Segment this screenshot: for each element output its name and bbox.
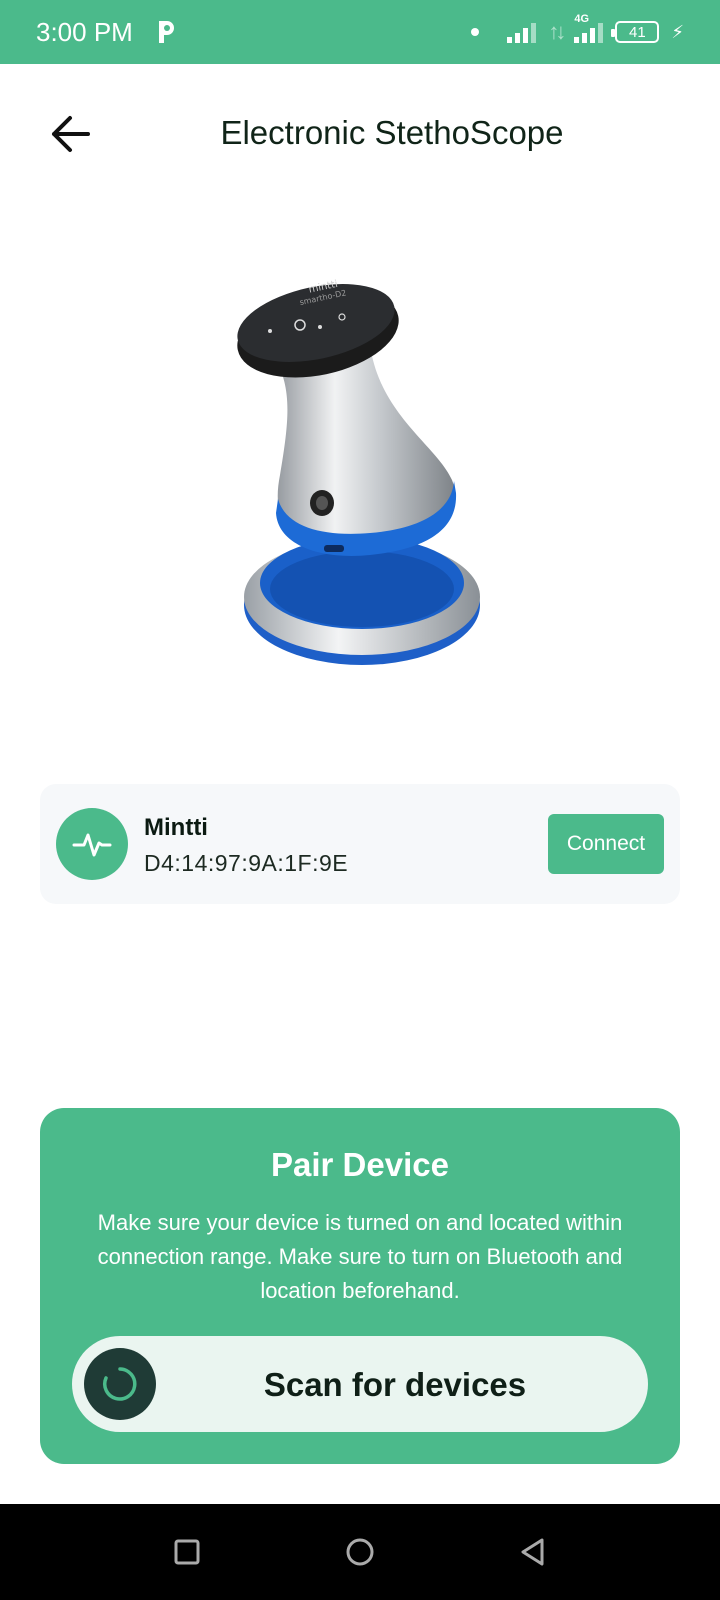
device-mac-address: D4:14:97:9A:1F:9E: [144, 850, 349, 876]
network-label: 4G: [574, 13, 590, 25]
pulse-icon: [72, 833, 112, 857]
home-circle-icon[interactable]: [340, 1532, 380, 1572]
device-avatar: [56, 808, 128, 880]
stethoscope-image: mintti smartho-D2: [230, 275, 500, 685]
back-triangle-icon[interactable]: [513, 1532, 553, 1572]
pair-device-panel: Pair Device Make sure your device is tur…: [40, 1108, 680, 1464]
pair-title: Pair Device: [271, 1146, 449, 1183]
scan-button[interactable]: Scan for devices: [72, 1336, 648, 1432]
signal-4g-icon: 4G: [574, 13, 604, 43]
connect-button[interactable]: Connect: [548, 814, 664, 874]
pair-description: Make sure your device is turned on and l…: [97, 1210, 623, 1303]
status-time: 3:00 PM: [36, 16, 133, 47]
app-p-icon: [155, 19, 177, 45]
scan-label: Scan for devices: [263, 1366, 527, 1403]
dot-icon: [471, 28, 480, 36]
battery-level: 41: [629, 23, 646, 41]
battery-icon: 41: [611, 21, 660, 43]
charging-icon: ⚡: [671, 21, 684, 42]
device-list-item[interactable]: Mintti D4:14:97:9A:1F:9E Connect: [40, 784, 680, 904]
status-bar: 3:00 PM ↑↓ 4G 41 ⚡: [0, 0, 720, 64]
signal-icon: [507, 21, 537, 43]
recents-square-icon[interactable]: [167, 1532, 207, 1572]
data-arrows-icon: ↑↓: [548, 19, 566, 44]
spinner-icon: [84, 1348, 156, 1420]
page-title: Electronic StethoScope: [220, 114, 564, 151]
system-nav-bar: [0, 1504, 720, 1600]
device-name: Mintti: [144, 814, 208, 841]
